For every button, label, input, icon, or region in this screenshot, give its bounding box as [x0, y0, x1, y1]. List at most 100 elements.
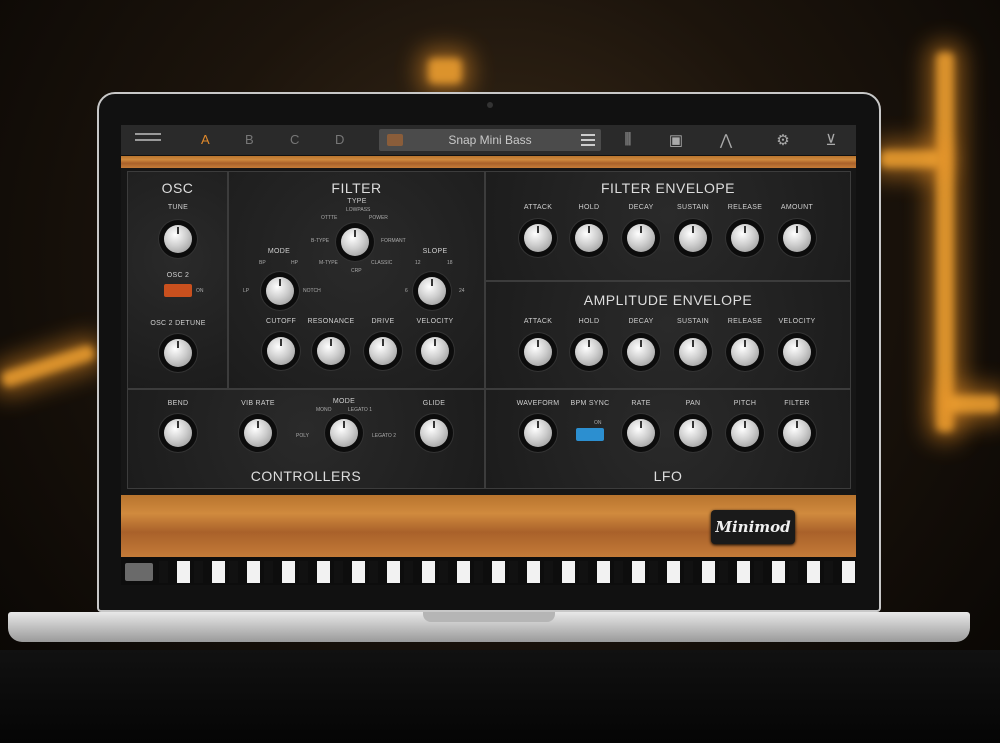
piano-key-white[interactable] — [807, 561, 820, 583]
amp-env-decay-knob[interactable] — [627, 338, 655, 366]
preset-selector[interactable]: Snap Mini Bass — [379, 129, 601, 151]
lfo-filter-knob[interactable] — [783, 419, 811, 447]
slot-d-button[interactable]: D — [335, 132, 344, 147]
drive-knob[interactable] — [369, 337, 397, 365]
lfo-rate-knob[interactable] — [627, 419, 655, 447]
waveform-label: WAVEFORM — [516, 400, 560, 407]
amp-env-release-knob[interactable] — [731, 338, 759, 366]
filter-mode-option: NOTCH — [303, 288, 321, 294]
resonance-knob[interactable] — [317, 337, 345, 365]
cutoff-knob[interactable] — [267, 337, 295, 365]
cart-icon[interactable]: ⊻ — [821, 131, 841, 149]
filter-mode-knob[interactable] — [266, 277, 294, 305]
piano-key-black[interactable] — [194, 561, 203, 583]
osc2-switch[interactable] — [164, 284, 192, 297]
osc2-label: OSC 2 — [166, 272, 190, 279]
filter-env-attack-knob[interactable] — [524, 224, 552, 252]
laptop-base — [8, 612, 970, 642]
waveform-knob[interactable] — [524, 419, 552, 447]
piano-key-white[interactable] — [457, 561, 470, 583]
filter-env-decay-knob[interactable] — [627, 224, 655, 252]
piano-key-black[interactable] — [264, 561, 273, 583]
piano-key-white[interactable] — [352, 561, 365, 583]
piano-key-black[interactable] — [299, 561, 308, 583]
piano-key-black[interactable] — [719, 561, 728, 583]
lfo-pitch-knob[interactable] — [731, 419, 759, 447]
piano-key-white[interactable] — [212, 561, 225, 583]
piano-key-black[interactable] — [474, 561, 483, 583]
amp-env-attack-knob[interactable] — [524, 338, 552, 366]
amp-env-velocity-knob[interactable] — [783, 338, 811, 366]
amp-env-sustain-knob[interactable] — [679, 338, 707, 366]
piano-key-black[interactable] — [369, 561, 378, 583]
piano-key-black[interactable] — [509, 561, 518, 583]
bend-label: BEND — [167, 400, 189, 407]
controllers-mode-option: LEGATO 2 — [372, 433, 396, 439]
piano-key-black[interactable] — [229, 561, 238, 583]
osc2-detune-knob[interactable] — [164, 339, 192, 367]
filter-env-hold-knob[interactable] — [575, 224, 603, 252]
controllers-mode-knob[interactable] — [330, 419, 358, 447]
neon-glow — [428, 58, 462, 84]
piano-key-white[interactable] — [317, 561, 330, 583]
bend-knob[interactable] — [164, 419, 192, 447]
piano-key-black[interactable] — [684, 561, 693, 583]
filter-env-amount-knob[interactable] — [783, 224, 811, 252]
piano-key-black[interactable] — [439, 561, 448, 583]
filter-env-sustain-knob[interactable] — [679, 224, 707, 252]
osc-title: OSC — [161, 180, 194, 196]
piano-key-white[interactable] — [282, 561, 295, 583]
mixer-icon[interactable]: ⫼ — [618, 131, 638, 149]
menu-icon[interactable] — [135, 133, 161, 147]
glide-knob[interactable] — [420, 419, 448, 447]
filter-mode-option: LP — [243, 288, 250, 294]
piano-key-black[interactable] — [334, 561, 343, 583]
piano-key-black[interactable] — [404, 561, 413, 583]
slot-a-button[interactable]: A — [201, 132, 210, 147]
piano-key-white[interactable] — [632, 561, 645, 583]
piano-key-white[interactable] — [667, 561, 680, 583]
piano-key-white[interactable] — [527, 561, 540, 583]
bpm-sync-switch[interactable] — [576, 428, 604, 441]
device-icon[interactable]: ▣ — [666, 131, 686, 149]
filter-slope-option: 6 — [405, 288, 408, 294]
piano-key-black[interactable] — [579, 561, 588, 583]
osc2-on-label: ON — [196, 288, 204, 294]
piano-key-black[interactable] — [544, 561, 553, 583]
piano-key-white[interactable] — [247, 561, 260, 583]
piano-key-white[interactable] — [772, 561, 785, 583]
piano-key-white[interactable] — [597, 561, 610, 583]
vib-rate-knob[interactable] — [244, 419, 272, 447]
piano-key-white[interactable] — [177, 561, 190, 583]
piano-key-white[interactable] — [387, 561, 400, 583]
piano-key-black[interactable] — [824, 561, 833, 583]
piano-key-black[interactable] — [789, 561, 798, 583]
envelope-icon[interactable]: ⋀ — [716, 131, 736, 149]
gear-icon[interactable]: ⚙ — [773, 131, 793, 149]
piano-key-black[interactable] — [649, 561, 658, 583]
piano-key-black[interactable] — [754, 561, 763, 583]
piano-key-black[interactable] — [614, 561, 623, 583]
filter-velocity-knob[interactable] — [421, 337, 449, 365]
piano-key-black[interactable] — [159, 561, 168, 583]
filter-type-knob[interactable] — [341, 228, 369, 256]
piano-key-white[interactable] — [562, 561, 575, 583]
filter-slope-knob[interactable] — [418, 277, 446, 305]
piano-key-white[interactable] — [492, 561, 505, 583]
filter-env-release-knob[interactable] — [731, 224, 759, 252]
amp-env-hold-knob[interactable] — [575, 338, 603, 366]
piano-key-white[interactable] — [702, 561, 715, 583]
piano-key-white[interactable] — [842, 561, 855, 583]
lfo-pan-knob[interactable] — [679, 419, 707, 447]
piano-key-white[interactable] — [422, 561, 435, 583]
keyboard-icon[interactable] — [125, 563, 153, 581]
slot-b-button[interactable]: B — [245, 132, 254, 147]
tune-knob[interactable] — [164, 225, 192, 253]
wood-trim-top — [121, 156, 856, 168]
filter-mode-option: BP — [259, 260, 266, 266]
piano-keyboard[interactable] — [121, 557, 856, 585]
list-icon[interactable] — [581, 134, 595, 149]
slot-c-button[interactable]: C — [290, 132, 299, 147]
synth-screen: A B C D Snap Mini Bass ⫼ ▣ ⋀ ⚙ ⊻ OSC TUN… — [121, 125, 856, 585]
piano-key-white[interactable] — [737, 561, 750, 583]
